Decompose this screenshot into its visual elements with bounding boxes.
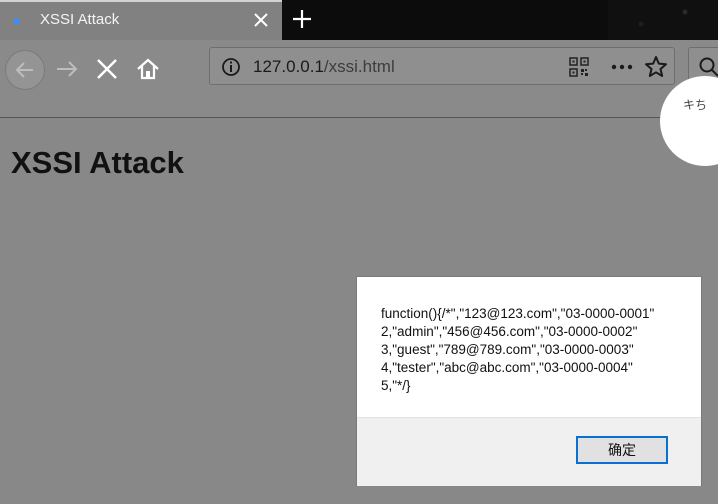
- dialog-footer: 确定: [357, 417, 701, 486]
- url-path: /xssi.html: [323, 57, 395, 76]
- navigation-toolbar: 127.0.0.1/xssi.html: [0, 40, 718, 118]
- dialog-message: function(){/*","123@123.com","03-0000-00…: [381, 306, 655, 393]
- new-tab-icon[interactable]: [290, 7, 314, 31]
- tab-title: XSSI Attack: [40, 11, 120, 28]
- qr-code-icon[interactable]: [569, 57, 589, 77]
- search-icon: [699, 57, 718, 77]
- back-icon: [15, 62, 33, 78]
- alert-dialog: function(){/*","123@123.com","03-0000-00…: [356, 276, 702, 486]
- dialog-body: function(){/*","123@123.com","03-0000-00…: [357, 277, 701, 417]
- ok-button[interactable]: 确定: [576, 436, 668, 464]
- page-title: XSSI Attack: [11, 145, 184, 180]
- back-button[interactable]: [5, 50, 45, 90]
- home-icon[interactable]: [133, 54, 163, 84]
- close-tab-icon[interactable]: [250, 9, 272, 31]
- sticker-text: キち: [683, 98, 708, 112]
- browser-tab[interactable]: XSSI Attack: [0, 0, 282, 40]
- url-host: 127.0.0.1: [253, 57, 324, 76]
- url-text: 127.0.0.1/xssi.html: [253, 57, 395, 77]
- more-actions-icon[interactable]: [610, 57, 634, 77]
- tab-favicon-icon: [13, 18, 19, 24]
- site-info-icon[interactable]: [220, 56, 242, 78]
- bookmark-star-icon[interactable]: [644, 55, 668, 79]
- tab-strip-texture: [608, 0, 718, 40]
- address-bar[interactable]: 127.0.0.1/xssi.html: [209, 47, 675, 85]
- stop-icon[interactable]: [92, 54, 122, 84]
- forward-icon[interactable]: [53, 54, 83, 84]
- tab-strip: XSSI Attack: [0, 0, 718, 40]
